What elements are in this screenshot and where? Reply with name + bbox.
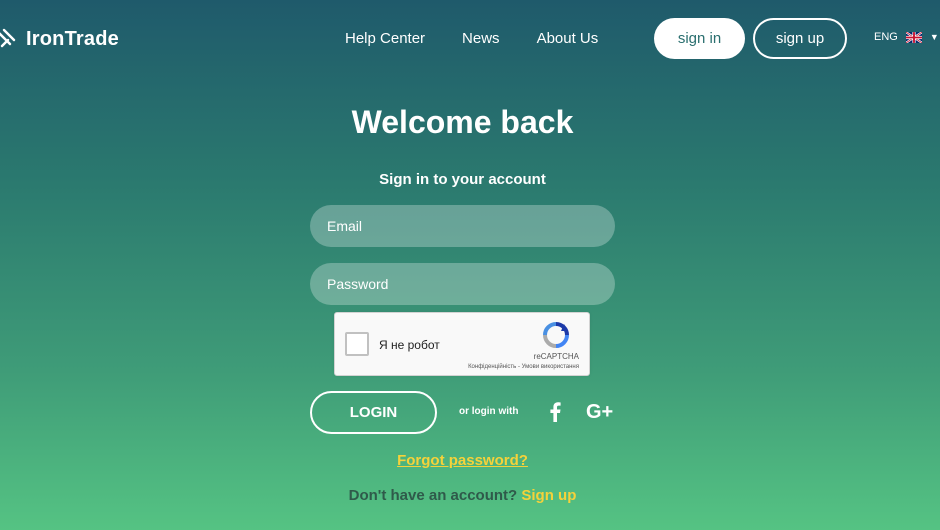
page-subtitle: Sign in to your account bbox=[379, 171, 546, 188]
login-button[interactable]: LOGIN bbox=[310, 391, 437, 434]
or-login-with-label: or login with bbox=[459, 406, 519, 417]
nav-help-center[interactable]: Help Center bbox=[345, 30, 425, 47]
nav-about-us[interactable]: About Us bbox=[537, 30, 599, 47]
signin-button[interactable]: sign in bbox=[654, 18, 745, 59]
nav-news[interactable]: News bbox=[462, 30, 500, 47]
no-account-text: Don't have an account? bbox=[348, 487, 518, 504]
recaptcha-links: Конфіденційність - Умови використання bbox=[468, 364, 579, 370]
language-selector[interactable]: ENG ▼ bbox=[874, 31, 939, 43]
recaptcha-brand: reCAPTCHA bbox=[533, 352, 579, 361]
signup-prompt: Don't have an account? Sign up bbox=[0, 487, 925, 504]
recaptcha-checkbox[interactable] bbox=[345, 332, 369, 356]
logo-icon bbox=[0, 28, 16, 48]
logo[interactable]: IronTrade bbox=[0, 26, 119, 52]
uk-flag-icon bbox=[905, 31, 922, 43]
recaptcha-icon bbox=[543, 322, 569, 348]
recaptcha-label: Я не робот bbox=[379, 338, 440, 352]
forgot-password-row: Forgot password? bbox=[0, 452, 925, 469]
language-code: ENG bbox=[874, 31, 898, 43]
signup-link[interactable]: Sign up bbox=[521, 487, 576, 504]
facebook-icon[interactable] bbox=[549, 402, 561, 422]
chevron-down-icon: ▼ bbox=[929, 32, 939, 42]
page-title: Welcome back bbox=[351, 104, 574, 140]
brand-name: IronTrade bbox=[26, 27, 119, 50]
recaptcha-widget: Я не робот reCAPTCHA Конфіденційність - … bbox=[334, 312, 590, 376]
password-input[interactable] bbox=[310, 263, 615, 305]
signup-button[interactable]: sign up bbox=[753, 18, 847, 59]
recaptcha-terms-link[interactable]: Умови використання bbox=[522, 364, 579, 370]
main-nav: Help Center News About Us bbox=[345, 30, 598, 47]
recaptcha-privacy-link[interactable]: Конфіденційність bbox=[468, 364, 516, 370]
email-input[interactable] bbox=[310, 205, 615, 247]
forgot-password-link[interactable]: Forgot password? bbox=[397, 452, 528, 469]
google-plus-icon[interactable]: G+ bbox=[586, 400, 613, 424]
